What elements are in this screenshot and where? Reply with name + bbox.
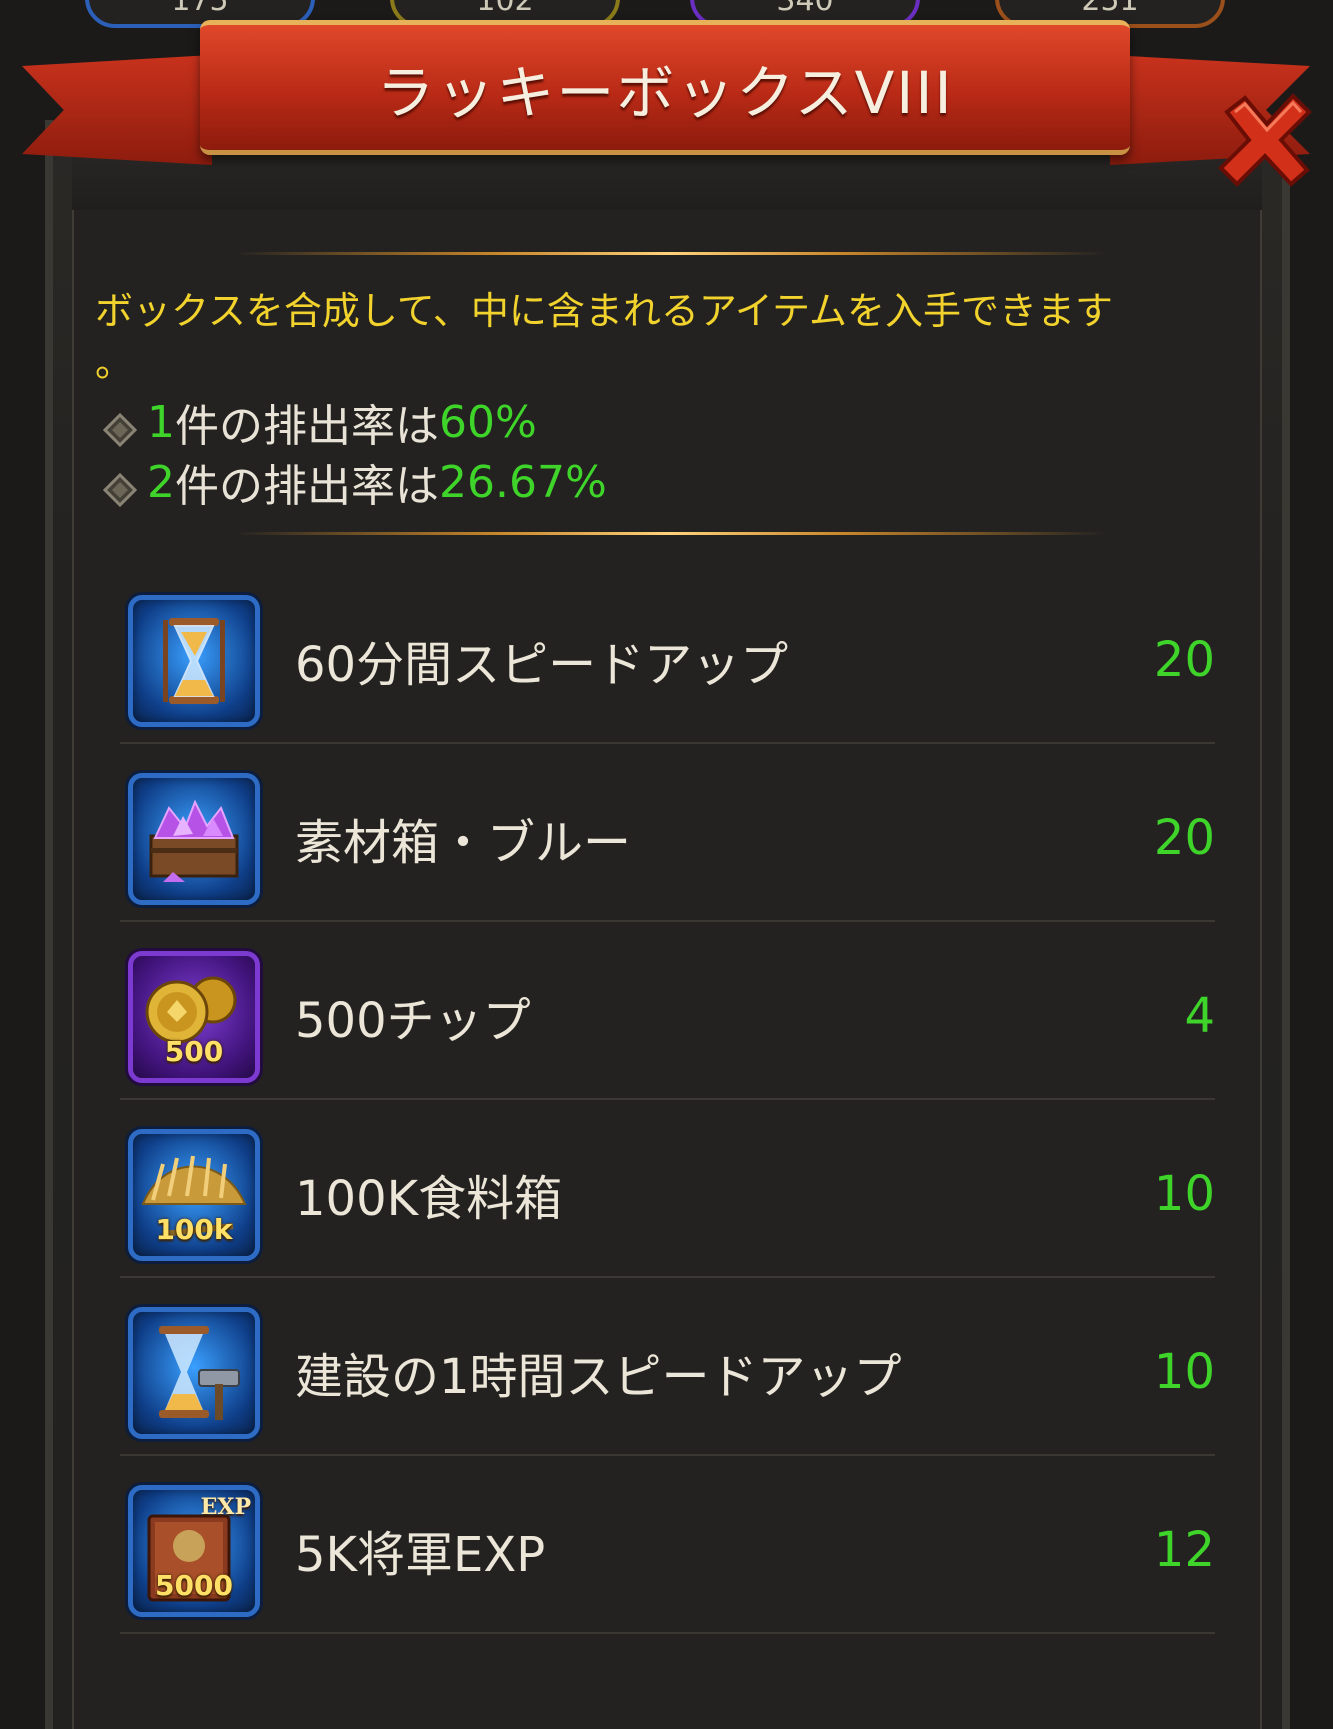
rate-count: 1 [147,396,175,448]
description-line: 。 [95,341,134,385]
reward-name: 100K食料箱 [295,1170,563,1227]
rate-line: 2 件の排出率は 26.67% [95,450,607,514]
title-ribbon: ラッキーボックスVIII [200,20,1130,155]
ribbon-tail-left [22,55,212,165]
diamond-bullet-icon [102,407,138,448]
exp-book-icon: EXP 5000 [128,1485,260,1617]
reward-quantity: 20 [1153,809,1215,866]
reward-quantity: 4 [1184,987,1215,1044]
item-badge: 5000 [155,1569,233,1602]
reward-row[interactable]: 500 500チップ 4 [120,933,1215,1100]
material-chest-icon [128,773,260,905]
divider [235,252,1105,255]
exp-tag: EXP [200,1494,251,1520]
dialog-title: ラッキーボックスVIII [376,58,954,127]
description-text: ボックスを合成して、中に含まれるアイテムを入手できます 。 [95,285,1225,389]
reward-row[interactable]: 100k 100K食料箱 10 [120,1111,1215,1278]
close-button[interactable] [1215,90,1315,190]
reward-name: 60分間スピードアップ [295,636,789,693]
reward-quantity: 10 [1153,1165,1215,1222]
rate-label: 件の排出率は [175,401,439,452]
build-hourglass-hammer-icon [128,1307,260,1439]
rate-value: 26.67% [439,456,607,508]
reward-quantity: 10 [1153,1343,1215,1400]
rate-label: 件の排出率は [175,461,439,512]
rate-line: 1 件の排出率は 60% [95,390,537,454]
wheat-food-icon: 100k [128,1129,260,1261]
reward-name: 建設の1時間スピードアップ [295,1348,902,1405]
reward-row[interactable]: 60分間スピードアップ 20 [120,577,1215,744]
reward-name: 素材箱・ブルー [295,814,632,871]
reward-quantity: 12 [1153,1521,1215,1578]
description-line: ボックスを合成して、中に含まれるアイテムを入手できます [95,289,1114,333]
hourglass-icon [128,595,260,727]
reward-name: 500チップ [295,992,531,1049]
reward-name: 5K将軍EXP [295,1526,546,1583]
rate-value: 60% [439,396,537,448]
item-badge: 500 [164,1035,224,1068]
reward-row[interactable]: 建設の1時間スピードアップ 10 [120,1289,1215,1456]
reward-quantity: 20 [1153,631,1215,688]
reward-row[interactable]: 素材箱・ブルー 20 [120,755,1215,922]
rate-count: 2 [147,456,175,508]
diamond-bullet-icon [102,467,138,508]
reward-row[interactable]: EXP 5000 5K将軍EXP 12 [120,1467,1215,1634]
chips-icon: 500 [128,951,260,1083]
divider [235,532,1105,535]
item-badge: 100k [155,1213,233,1246]
close-x-icon [1218,93,1312,187]
